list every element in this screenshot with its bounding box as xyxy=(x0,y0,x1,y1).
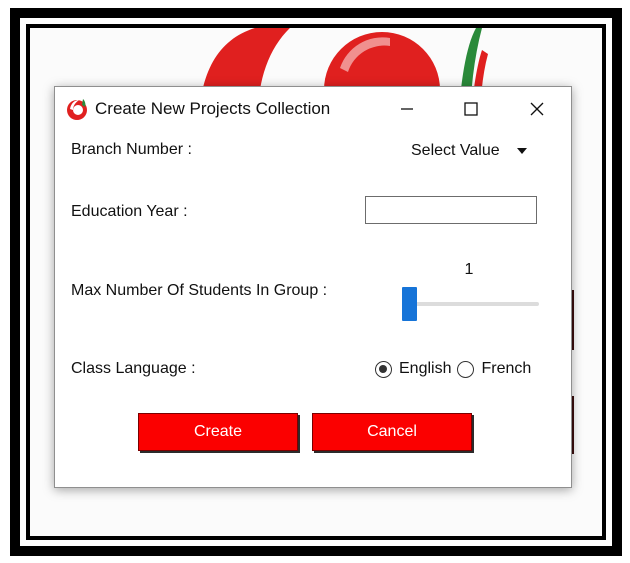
create-button[interactable]: Create xyxy=(138,413,298,451)
maximize-icon xyxy=(464,102,478,116)
max-students-label: Max Number Of Students In Group : xyxy=(71,282,328,299)
class-language-radio-group: English French xyxy=(375,357,537,381)
radio-english[interactable] xyxy=(375,360,392,378)
close-icon xyxy=(530,102,544,116)
max-students-slider-thumb[interactable] xyxy=(402,287,417,321)
dialog-title: Create New Projects Collection xyxy=(95,99,331,118)
cancel-button[interactable]: Cancel xyxy=(312,413,472,451)
minimize-button[interactable] xyxy=(387,95,427,123)
max-students-value: 1 xyxy=(464,261,474,278)
close-button[interactable] xyxy=(517,95,557,123)
radio-option-english[interactable]: English xyxy=(375,360,451,378)
class-language-label: Class Language : xyxy=(71,360,196,377)
radio-option-french[interactable]: French xyxy=(457,360,531,378)
create-projects-dialog: Create New Projects Collection Branch Nu… xyxy=(54,86,572,488)
dialog-titlebar[interactable]: Create New Projects Collection xyxy=(55,87,571,131)
branch-number-select[interactable]: Select Value xyxy=(411,139,541,163)
education-year-label: Education Year : xyxy=(71,203,188,220)
caret-down-icon xyxy=(516,148,527,154)
app-logo-icon xyxy=(67,99,87,120)
max-students-slider-track[interactable] xyxy=(403,302,539,306)
radio-french[interactable] xyxy=(457,360,475,378)
maximize-button[interactable] xyxy=(451,95,491,123)
radio-french-label: French xyxy=(481,360,532,377)
education-year-input[interactable] xyxy=(365,196,537,224)
minimize-icon xyxy=(401,108,413,110)
radio-english-label: English xyxy=(399,360,452,377)
branch-select-value: Select Value xyxy=(411,142,500,159)
branch-number-label: Branch Number : xyxy=(71,141,192,158)
